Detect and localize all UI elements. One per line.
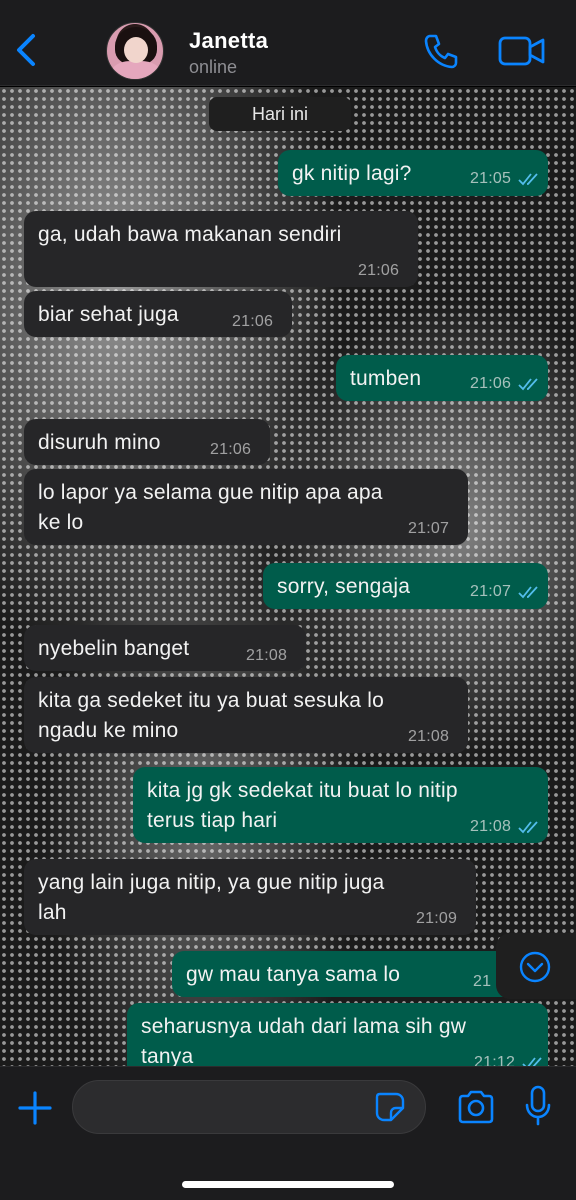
message-bubble-outgoing[interactable]: seharusnya udah dari lama sih gw tanya 2… — [127, 1003, 548, 1066]
message-text: gw mau tanya sama lo — [186, 963, 401, 986]
read-receipt-icon — [522, 1057, 542, 1066]
camera-icon[interactable] — [456, 1089, 496, 1125]
message-time: 21:06 — [232, 313, 274, 330]
phone-icon[interactable] — [422, 32, 460, 70]
scroll-to-bottom-button[interactable] — [496, 933, 576, 999]
message-time: 21 — [473, 973, 492, 990]
message-text: tumben — [350, 367, 422, 390]
message-text: kita ga sedeket itu ya buat sesuka lo ng… — [38, 689, 384, 742]
message-time: 21:05 — [470, 170, 512, 187]
message-text: biar sehat juga — [38, 303, 179, 326]
message-time: 21:07 — [470, 583, 512, 600]
video-camera-icon[interactable] — [498, 34, 546, 68]
message-bubble-incoming[interactable]: kita ga sedeket itu ya buat sesuka lo ng… — [24, 677, 468, 753]
message-bubble-incoming[interactable]: nyebelin banget 21:08 — [24, 625, 306, 671]
message-time: 21:08 — [408, 728, 450, 745]
message-text: disuruh mino — [38, 431, 161, 454]
message-bubble-incoming[interactable]: biar sehat juga 21:06 — [24, 291, 292, 337]
read-receipt-icon — [518, 821, 538, 834]
message-input-bar — [0, 1066, 576, 1200]
message-time: 21:06 — [210, 441, 252, 458]
message-text: nyebelin banget — [38, 637, 190, 660]
message-input[interactable] — [72, 1080, 426, 1134]
avatar[interactable] — [106, 22, 164, 80]
message-bubble-incoming[interactable]: disuruh mino 21:06 — [24, 419, 270, 465]
message-bubble-outgoing[interactable]: gk nitip lagi? 21:05 — [278, 150, 548, 196]
chevron-left-icon[interactable] — [12, 30, 40, 70]
message-time: 21:09 — [416, 910, 458, 927]
message-bubble-outgoing[interactable]: kita jg gk sedekat itu buat lo nitip ter… — [133, 767, 548, 843]
message-text: yang lain juga nitip, ya gue nitip juga … — [38, 871, 385, 924]
message-text: kita jg gk sedekat itu buat lo nitip ter… — [147, 779, 458, 832]
chat-area[interactable]: Hari ini gk nitip lagi? 21:05 ga, udah b… — [0, 87, 576, 1066]
date-separator: Hari ini — [209, 97, 351, 131]
chevron-down-circle-icon — [519, 951, 551, 983]
message-text: lo lapor ya selama gue nitip apa apa ke … — [38, 481, 383, 534]
message-bubble-incoming[interactable]: lo lapor ya selama gue nitip apa apa ke … — [24, 469, 468, 545]
message-time: 21:08 — [246, 647, 288, 664]
read-receipt-icon — [518, 378, 538, 391]
message-text: ga, udah bawa makanan sendiri — [38, 223, 342, 246]
microphone-icon[interactable] — [524, 1085, 552, 1127]
message-bubble-outgoing[interactable]: tumben 21:06 — [336, 355, 548, 401]
message-time: 21:06 — [470, 375, 512, 392]
chat-header: Janetta online — [0, 0, 576, 86]
message-text: gk nitip lagi? — [292, 162, 412, 185]
message-time: 21:08 — [470, 818, 512, 835]
message-text: sorry, sengaja — [277, 575, 411, 598]
read-receipt-icon — [518, 173, 538, 186]
message-text: seharusnya udah dari lama sih gw tanya — [141, 1015, 467, 1066]
message-time: 21:07 — [408, 520, 450, 537]
contact-status: online — [189, 57, 238, 77]
message-bubble-incoming[interactable]: ga, udah bawa makanan sendiri 21:06 — [24, 211, 418, 287]
sticker-icon[interactable] — [374, 1091, 406, 1123]
plus-icon[interactable] — [16, 1089, 54, 1127]
message-bubble-incoming[interactable]: yang lain juga nitip, ya gue nitip juga … — [24, 859, 476, 935]
message-time: 21:12 — [474, 1054, 516, 1066]
read-receipt-icon — [518, 586, 538, 599]
contact-name[interactable]: Janetta — [189, 28, 268, 54]
home-indicator[interactable] — [182, 1181, 394, 1188]
message-bubble-outgoing[interactable]: sorry, sengaja 21:07 — [263, 563, 548, 609]
message-bubble-outgoing[interactable]: gw mau tanya sama lo 21 — [172, 951, 548, 997]
message-time: 21:06 — [358, 262, 400, 279]
